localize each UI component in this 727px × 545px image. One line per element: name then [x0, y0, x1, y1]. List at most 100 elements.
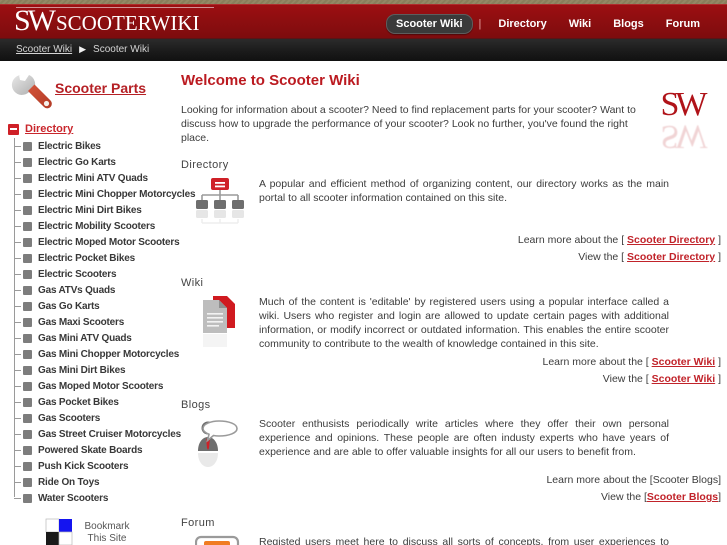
section-body: Registed users meet here to discuss all …	[259, 536, 669, 545]
view-suffix: ]	[718, 491, 721, 503]
view-line: View the [ Scooter Wiki ]	[175, 373, 721, 385]
folder-icon	[23, 349, 32, 359]
sidebar-category-label: Ride On Toys	[38, 476, 100, 488]
sidebar-category-label: Electric Go Karts	[38, 156, 116, 168]
view-link[interactable]: Scooter Directory	[627, 251, 715, 263]
sidebar-category-item[interactable]: Gas Maxi Scooters	[14, 314, 175, 330]
folder-icon	[23, 365, 32, 375]
sidebar-category-item[interactable]: Gas Mini ATV Quads	[14, 330, 175, 346]
sidebar-directory-link[interactable]: Directory	[25, 123, 73, 135]
folder-icon	[23, 317, 32, 327]
site-logo[interactable]: SW SCOOTERWIKI	[14, 6, 200, 36]
chat-bubble-icon	[194, 535, 245, 545]
section-body: Much of the content is 'editable' by reg…	[259, 296, 669, 350]
view-suffix: ]	[715, 251, 721, 263]
sidebar-category-item[interactable]: Gas Moped Motor Scooters	[14, 378, 175, 394]
scooter-parts-link[interactable]: Scooter Parts	[55, 80, 146, 96]
section-row: A popular and efficient method of organi…	[175, 177, 727, 229]
section-row: Scooter enthusists periodically write ar…	[175, 417, 727, 469]
sidebar-category-item[interactable]: Gas Scooters	[14, 410, 175, 426]
sidebar-category-item[interactable]: Electric Mobility Scooters	[14, 218, 175, 234]
folder-icon	[23, 205, 32, 215]
sidebar-category-label: Gas Mini Chopper Motorcycles	[38, 348, 180, 360]
view-link[interactable]: Scooter Blogs	[647, 491, 718, 503]
sidebar-category-label: Gas Maxi Scooters	[38, 316, 125, 328]
view-prefix: View the [	[578, 251, 628, 263]
folder-icon	[23, 493, 32, 503]
nav-item-wiki[interactable]: Wiki	[558, 18, 603, 30]
view-link[interactable]: Scooter Wiki	[652, 373, 716, 385]
logo-monogram: SW	[14, 4, 56, 37]
sidebar-category-label: Electric Mini Dirt Bikes	[38, 204, 142, 216]
sidebar-category-item[interactable]: Electric Pocket Bikes	[14, 250, 175, 266]
body-columns: Scooter Parts Directory Electric Bikes El…	[0, 60, 727, 545]
learn-more-link[interactable]: Scooter Blogs	[653, 474, 718, 486]
sidebar-category-label: Electric Mini ATV Quads	[38, 172, 148, 184]
folder-icon	[23, 173, 32, 183]
sidebar-category-label: Gas Mini Dirt Bikes	[38, 364, 126, 376]
breadcrumb-current: Scooter Wiki	[93, 44, 150, 55]
sidebar-category-label: Gas Moped Motor Scooters	[38, 380, 164, 392]
sidebar-category-item[interactable]: Gas Street Cruiser Motorcycles	[14, 426, 181, 442]
sidebar-category-item[interactable]: Electric Go Karts	[14, 154, 175, 170]
sidebar-category-item[interactable]: Push Kick Scooters	[14, 458, 175, 474]
section-title: Forum	[181, 517, 215, 529]
folder-icon	[23, 461, 32, 471]
view-prefix: View the [	[600, 491, 647, 503]
folder-icon	[23, 237, 32, 247]
folder-icon	[23, 381, 32, 391]
view-line: View the [Scooter Blogs]	[175, 491, 721, 503]
nav-item-blogs[interactable]: Blogs	[602, 18, 655, 30]
sidebar-category-label: Gas Scooters	[38, 412, 101, 424]
sidebar-category-item[interactable]: Gas Mini Dirt Bikes	[14, 362, 175, 378]
sidebar-category-label: Electric Mobility Scooters	[38, 220, 156, 232]
learn-more-link[interactable]: Scooter Directory	[627, 234, 715, 246]
wrench-icon	[8, 71, 54, 113]
page-root: SW SCOOTERWIKI Scooter Wiki | Directory …	[0, 0, 727, 545]
sidebar-category-item[interactable]: Powered Skate Boards	[14, 442, 175, 458]
sidebar-category-label: Gas Go Karts	[38, 300, 100, 312]
logo-word-scooter: SCOOTER	[56, 11, 151, 35]
sidebar-category-item[interactable]: Gas ATVs Quads	[14, 282, 175, 298]
sidebar-category-item[interactable]: Electric Mini Chopper Motorcycles	[14, 186, 196, 202]
sidebar-category-label: Electric Moped Motor Scooters	[38, 236, 180, 248]
sidebar-category-item[interactable]: Electric Mini ATV Quads	[14, 170, 175, 186]
sidebar-category-tree: Electric Bikes Electric Go Karts Electric …	[14, 138, 196, 506]
sidebar-category-item[interactable]: Electric Mini Dirt Bikes	[14, 202, 175, 218]
sw-watermark: SW SW	[649, 88, 715, 156]
sidebar-category-item[interactable]: Gas Mini Chopper Motorcycles	[14, 346, 179, 362]
sidebar-category-item[interactable]: Electric Bikes	[14, 138, 175, 154]
sidebar-category-item[interactable]: Gas Pocket Bikes	[14, 394, 175, 410]
logo-wordmark: SCOOTERWIKI	[56, 13, 200, 34]
folder-icon	[23, 445, 32, 455]
learn-more-line: Learn more about the [ Scooter Directory…	[175, 234, 721, 246]
sidebar-category-item[interactable]: Water Scooters	[14, 490, 175, 506]
folder-icon	[23, 397, 32, 407]
nav-item-forum[interactable]: Forum	[655, 18, 711, 30]
sidebar-category-label: Gas Street Cruiser Motorcycles	[38, 428, 181, 440]
document-pages-icon	[195, 295, 245, 349]
sidebar-category-item[interactable]: Electric Scooters	[14, 266, 175, 282]
section-body: A popular and efficient method of organi…	[259, 178, 669, 204]
content-section: Wiki Much of the content is 'editable' by…	[175, 277, 727, 385]
sidebar-directory-header[interactable]: Directory	[8, 122, 175, 136]
bookmark-label-line1: Bookmark	[84, 521, 130, 532]
directory-icon	[8, 123, 19, 135]
section-links: Learn more about the [ Scooter Wiki ] Vie…	[175, 356, 727, 385]
learn-more-link[interactable]: Scooter Wiki	[652, 356, 716, 368]
content-section: Blogs Scooter enthusists periodically wri…	[175, 399, 727, 503]
section-row: Registed users meet here to discuss all …	[175, 535, 727, 545]
nav-item-directory[interactable]: Directory	[487, 18, 557, 30]
nav-item-scooter-wiki[interactable]: Scooter Wiki	[386, 14, 473, 34]
folder-icon	[23, 221, 32, 231]
sidebar-category-item[interactable]: Ride On Toys	[14, 474, 175, 490]
bookmark-this-site[interactable]: Bookmark This Site	[0, 518, 175, 545]
sidebar-category-label: Electric Scooters	[38, 268, 117, 280]
sidebar-category-label: Electric Mini Chopper Motorcycles	[38, 188, 196, 200]
section-title: Blogs	[181, 399, 211, 411]
breadcrumb-home-link[interactable]: Scooter Wiki	[16, 44, 72, 55]
sidebar-category-item[interactable]: Electric Moped Motor Scooters	[14, 234, 180, 250]
sidebar-category-item[interactable]: Gas Go Karts	[14, 298, 175, 314]
breadcrumb-bar: Scooter Wiki ▶ Scooter Wiki	[0, 38, 727, 61]
folder-icon	[23, 477, 32, 487]
